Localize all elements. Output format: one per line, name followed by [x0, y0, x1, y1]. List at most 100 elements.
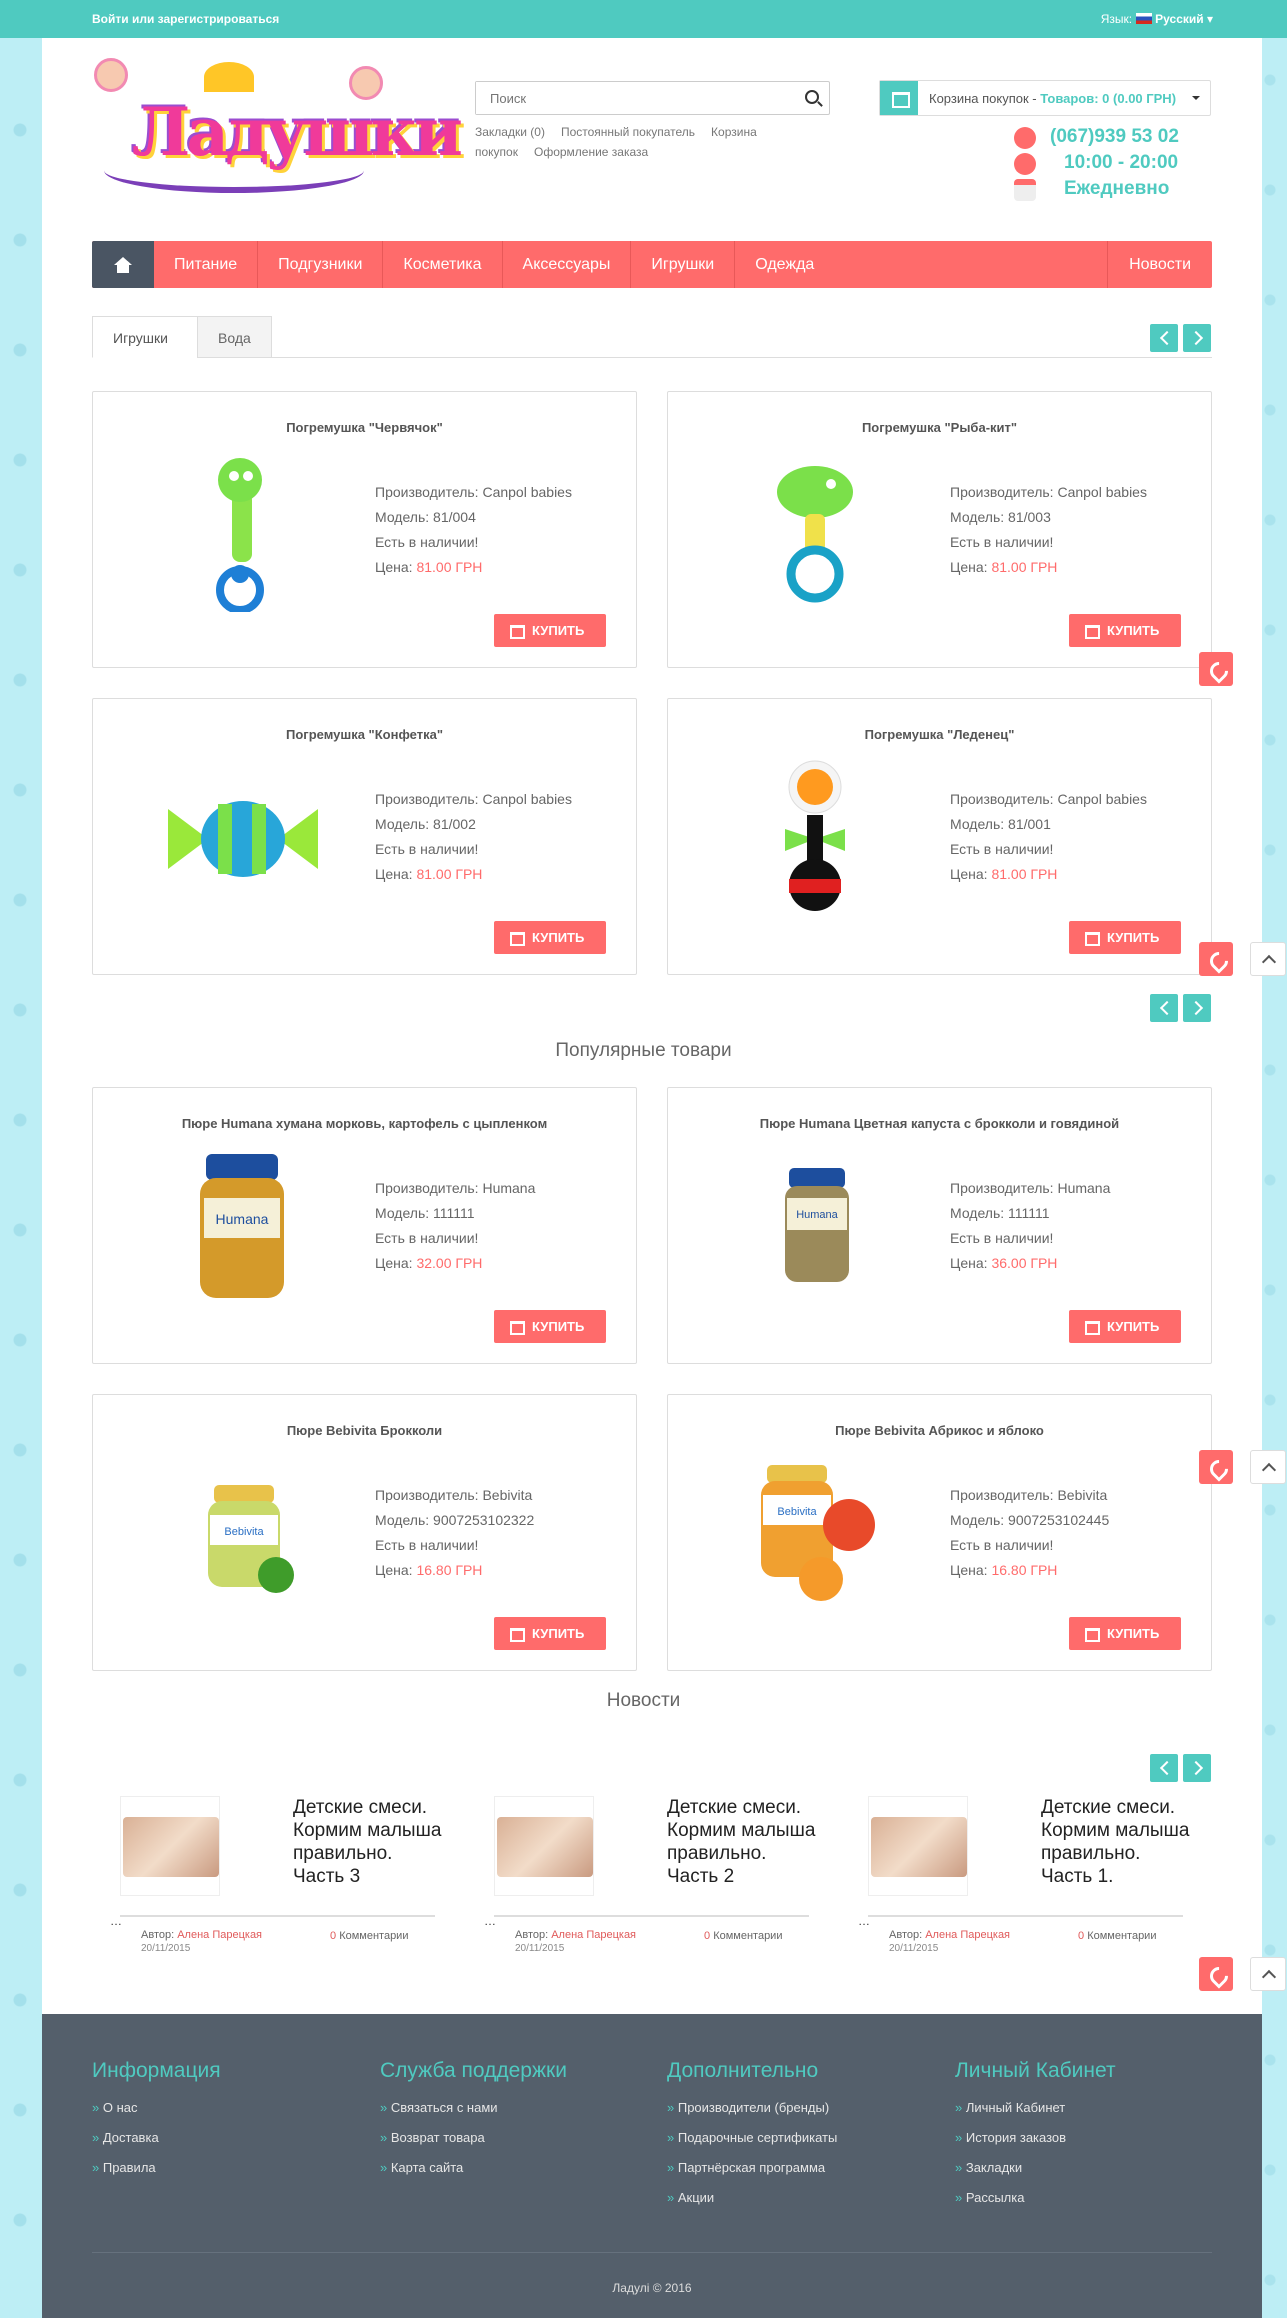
bebivita-jar-image[interactable]: Bebivita [148, 1455, 328, 1615]
footer-link[interactable]: Правила [92, 2153, 352, 2183]
footer-link[interactable]: Акции [667, 2183, 927, 2213]
buy-button[interactable]: КУПИТЬ [1069, 1617, 1181, 1650]
footer-link[interactable]: Личный Кабинет [955, 2093, 1215, 2123]
footer-link[interactable]: Партнёрская программа [667, 2153, 927, 2183]
next-arrow-icon[interactable] [1183, 994, 1211, 1022]
buy-button[interactable]: КУПИТЬ [494, 921, 606, 954]
callback-phone-button[interactable] [1199, 1450, 1233, 1484]
account-link[interactable]: Постоянный покупатель [561, 125, 695, 139]
product-card: Пюре Humana Цветная капуста с брокколи и… [667, 1087, 1212, 1364]
maker-label: Производитель: [375, 1180, 483, 1196]
footer-link[interactable]: Закладки [955, 2153, 1215, 2183]
login-link[interactable]: Войти или зарегистрироваться [92, 12, 279, 26]
news-comments[interactable]: 0 Комментарии [330, 1930, 408, 1942]
prev-arrow-icon[interactable] [1150, 994, 1178, 1022]
prev-arrow-icon[interactable] [1150, 324, 1178, 352]
product-name[interactable]: Пюре Bebivita Брокколи [93, 1423, 636, 1438]
comments-label: Комментарии [713, 1930, 783, 1942]
product-name[interactable]: Погремушка "Леденец" [668, 727, 1211, 742]
stock-status: Есть в наличии! [375, 534, 479, 550]
product-name[interactable]: Пюре Humana хумана морковь, картофель с … [93, 1116, 636, 1131]
svg-text:Humana: Humana [216, 1211, 269, 1227]
whale-rattle-image[interactable] [723, 452, 903, 612]
search-icon[interactable] [805, 90, 819, 104]
worm-rattle-image[interactable] [148, 452, 328, 612]
basket-icon [880, 81, 918, 115]
footer-link[interactable]: Возврат товара [380, 2123, 640, 2153]
logo-swirl [104, 148, 364, 193]
candy-rattle-image[interactable] [148, 759, 328, 919]
tab-toys[interactable]: Игрушки [92, 316, 198, 358]
nav-item-news[interactable]: Новости [1107, 241, 1212, 288]
lollipop-rattle-image[interactable] [723, 759, 903, 919]
model-label: Модель: [950, 1205, 1009, 1221]
tab-water[interactable]: Вода [197, 316, 272, 358]
news-image[interactable] [868, 1796, 968, 1896]
logo-sun [204, 62, 254, 92]
footer-link[interactable]: Карта сайта [380, 2153, 640, 2183]
footer-link[interactable]: Производители (бренды) [667, 2093, 927, 2123]
news-image[interactable] [494, 1796, 594, 1896]
news-comments[interactable]: 0 Комментарии [1078, 1930, 1156, 1942]
home-icon[interactable] [92, 241, 154, 288]
buy-button[interactable]: КУПИТЬ [1069, 1310, 1181, 1343]
scroll-top-button[interactable] [1250, 942, 1286, 976]
nav-item-cosmetics[interactable]: Косметика [383, 241, 503, 288]
nav-item-toys[interactable]: Игрушки [631, 241, 736, 288]
author-link[interactable]: Алена Парецкая [925, 1929, 1010, 1941]
callback-phone-button[interactable] [1199, 942, 1233, 976]
nav-item-clothes[interactable]: Одежда [735, 241, 834, 288]
buy-button[interactable]: КУПИТЬ [1069, 614, 1181, 647]
checkout-link[interactable]: Оформление заказа [534, 145, 648, 159]
news-image[interactable] [120, 1796, 220, 1896]
nav-item-diapers[interactable]: Подгузники [258, 241, 384, 288]
product-name[interactable]: Пюре Humana Цветная капуста с брокколи и… [668, 1116, 1211, 1131]
author-link[interactable]: Алена Парецкая [551, 1929, 636, 1941]
search-input[interactable] [476, 82, 776, 114]
author-label: Автор: [889, 1929, 926, 1941]
site-logo[interactable]: Ладушки [94, 58, 463, 198]
callback-phone-button[interactable] [1199, 652, 1233, 686]
scroll-top-button[interactable] [1250, 1450, 1286, 1484]
product-info: Производитель: Bebivita Модель: 90072531… [375, 1483, 534, 1583]
footer-link[interactable]: Связаться с нами [380, 2093, 640, 2123]
scroll-top-button[interactable] [1250, 1957, 1286, 1991]
footer-link[interactable]: Подарочные сертификаты [667, 2123, 927, 2153]
news-title-link[interactable]: Детские смеси. Кормим малыша правильно. … [1041, 1796, 1191, 1888]
humana-jar-image[interactable]: Humana [148, 1148, 328, 1308]
nav-item-accessories[interactable]: Аксессуары [503, 241, 632, 288]
footer-link[interactable]: О нас [92, 2093, 352, 2123]
humana-jar-image[interactable]: Humana [723, 1148, 903, 1308]
next-arrow-icon[interactable] [1183, 324, 1211, 352]
next-arrow-icon[interactable] [1183, 1754, 1211, 1782]
buy-button[interactable]: КУПИТЬ [1069, 921, 1181, 954]
news-title-link[interactable]: Детские смеси. Кормим малыша правильно. … [293, 1796, 443, 1888]
svg-text:Bebivita: Bebivita [224, 1526, 264, 1538]
news-title-link[interactable]: Детские смеси. Кормим малыша правильно. … [667, 1796, 817, 1888]
calendar-icon [1014, 179, 1036, 201]
footer-link[interactable]: Рассылка [955, 2183, 1215, 2213]
nav-item-food[interactable]: Питание [154, 241, 259, 288]
news-comments[interactable]: 0 Комментарии [704, 1930, 782, 1942]
product-name[interactable]: Погремушка "Червячок" [93, 420, 636, 435]
buy-button[interactable]: КУПИТЬ [494, 1310, 606, 1343]
footer-link[interactable]: История заказов [955, 2123, 1215, 2153]
buy-button[interactable]: КУПИТЬ [494, 614, 606, 647]
cart-dropdown[interactable]: Корзина покупок - Товаров: 0 (0.00 ГРН) [879, 80, 1211, 116]
price-value: 81.00 ГРН [991, 559, 1058, 575]
footer-link[interactable]: Доставка [92, 2123, 352, 2153]
product-name[interactable]: Погремушка "Конфетка" [93, 727, 636, 742]
buy-button[interactable]: КУПИТЬ [494, 1617, 606, 1650]
bookmarks-link[interactable]: Закладки (0) [475, 125, 545, 139]
maker-label: Производитель: [375, 791, 483, 807]
callback-phone-button[interactable] [1199, 1957, 1233, 1991]
author-label: Автор: [141, 1929, 178, 1941]
author-link[interactable]: Алена Парецкая [177, 1929, 262, 1941]
bebivita-jar-image[interactable]: Bebivita [723, 1455, 903, 1615]
prev-arrow-icon[interactable] [1150, 1754, 1178, 1782]
product-name[interactable]: Погремушка "Рыба-кит" [668, 420, 1211, 435]
language-selector[interactable]: Язык: Русский ▾ [1101, 12, 1213, 26]
news-date: 20/11/2015 [889, 1943, 939, 1954]
language-value: Русский [1155, 12, 1204, 26]
product-name[interactable]: Пюре Bebivita Абрикос и яблоко [668, 1423, 1211, 1438]
